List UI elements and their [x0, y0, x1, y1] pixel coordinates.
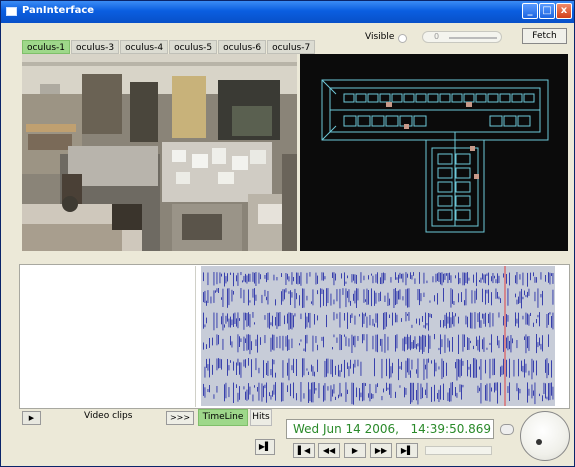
- tab-timeline[interactable]: TimeLine: [198, 409, 248, 426]
- playback-speed-bar[interactable]: [425, 446, 492, 455]
- slider-track: [449, 37, 497, 39]
- timeline-plot: [201, 266, 555, 406]
- minimize-button[interactable]: _: [522, 3, 538, 19]
- window-title: PanInterface: [22, 5, 95, 16]
- play-button[interactable]: ▶: [344, 443, 366, 458]
- camera-video-frame[interactable]: [22, 54, 297, 251]
- tab-oculus-4[interactable]: oculus-4: [120, 40, 169, 54]
- title-bar: PanInterface _ □ x: [1, 1, 574, 23]
- app-window: PanInterface _ □ x oculus-1 oculus-3 ocu…: [0, 0, 575, 467]
- office-scene-image: [22, 54, 297, 251]
- tab-oculus-5[interactable]: oculus-5: [169, 40, 218, 54]
- opacity-slider[interactable]: 0: [422, 31, 502, 43]
- time-text: 14:39:50.869: [410, 422, 492, 436]
- rewind-button[interactable]: ◀◀: [318, 443, 340, 458]
- first-frame-button[interactable]: ▌◀: [293, 443, 315, 458]
- timeline-view[interactable]: [201, 266, 555, 406]
- date-text: Wed Jun 14 2006,: [293, 422, 399, 436]
- jog-dial-knob[interactable]: [536, 439, 542, 445]
- camera-tabs: oculus-1 oculus-3 oculus-4 oculus-5 ocul…: [22, 40, 316, 54]
- tab-oculus-6[interactable]: oculus-6: [218, 40, 267, 54]
- video-clips-list[interactable]: [21, 266, 196, 407]
- tab-oculus-7[interactable]: oculus-7: [267, 40, 316, 54]
- last-frame-button[interactable]: ▶▌: [396, 443, 418, 458]
- tab-oculus-1[interactable]: oculus-1: [22, 40, 71, 54]
- datetime-display: Wed Jun 14 2006, 14:39:50.869: [286, 419, 494, 439]
- video-clips-label: Video clips: [84, 411, 133, 421]
- jog-dial[interactable]: [520, 411, 570, 461]
- floor-plan-map[interactable]: [300, 54, 568, 251]
- app-icon: [6, 7, 17, 16]
- visible-toggle[interactable]: [398, 34, 407, 43]
- sync-toggle[interactable]: [500, 424, 514, 435]
- close-button[interactable]: x: [556, 3, 572, 19]
- fetch-button[interactable]: Fetch: [522, 28, 567, 44]
- tab-hits[interactable]: Hits: [250, 409, 272, 426]
- tab-oculus-3[interactable]: oculus-3: [71, 40, 120, 54]
- floor-plan-drawing: [321, 79, 549, 233]
- clips-play-button[interactable]: ▶: [22, 411, 41, 425]
- jump-to-current-button[interactable]: ▶▌: [255, 439, 275, 455]
- fast-forward-button[interactable]: ▶▶: [370, 443, 392, 458]
- visible-label: Visible: [365, 32, 395, 42]
- slider-value: 0: [434, 32, 440, 41]
- maximize-button[interactable]: □: [539, 3, 555, 19]
- clips-more-button[interactable]: >>>: [166, 411, 194, 425]
